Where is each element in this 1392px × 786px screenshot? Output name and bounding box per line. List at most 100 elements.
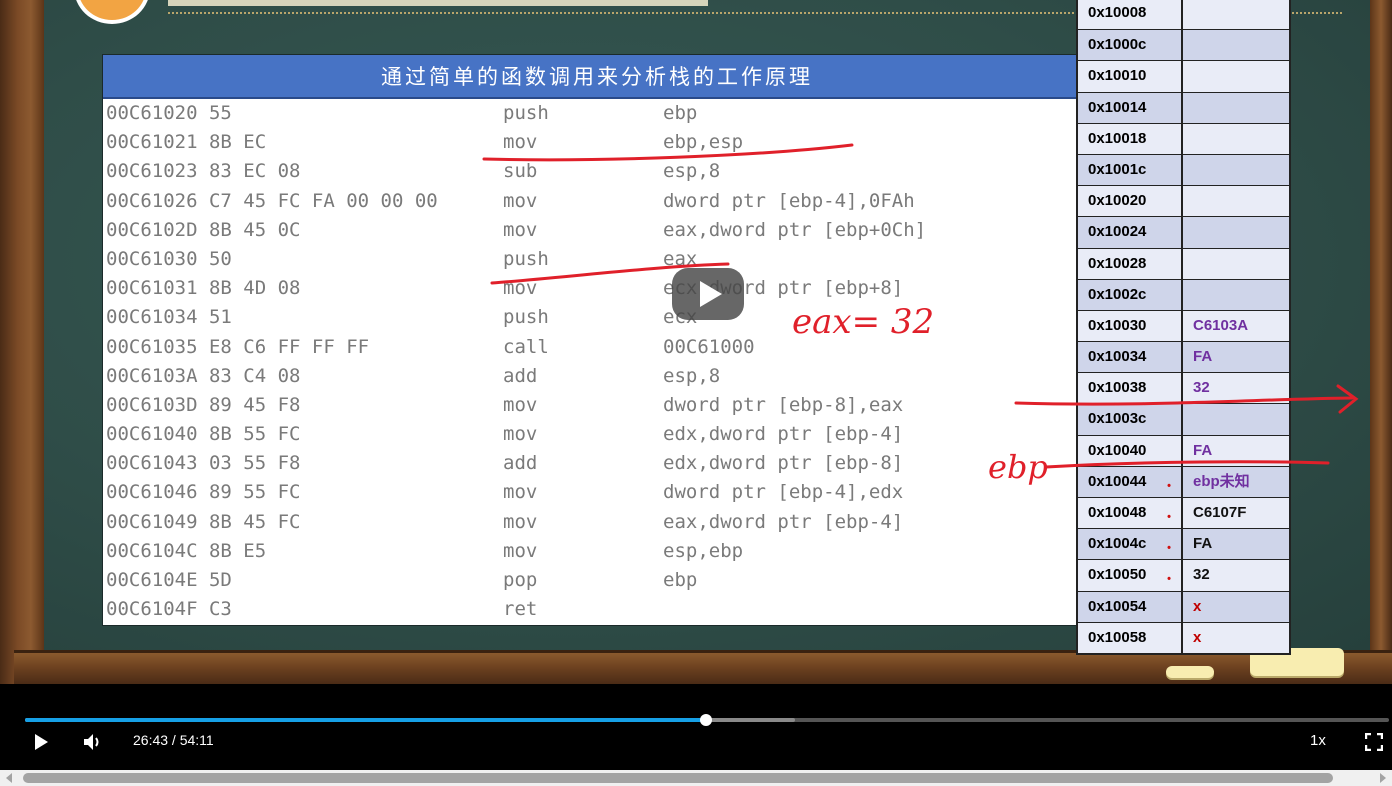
stack-value	[1183, 404, 1289, 434]
stack-value	[1183, 155, 1289, 185]
stack-address: 0x1003c	[1078, 404, 1183, 435]
code-mnemonic: mov	[503, 277, 538, 300]
board-frame-left	[0, 0, 44, 684]
disassembly-table: 通过简单的函数调用来分析栈的工作原理 00C61020 55 push ebp 00C…	[102, 54, 1092, 626]
code-address: 00C61030 50	[106, 247, 232, 270]
stack-address: 0x10050 •	[1078, 560, 1183, 591]
stack-value	[1183, 280, 1289, 310]
stack-value	[1183, 30, 1289, 60]
code-row: 00C61030 50 push eax	[103, 245, 1091, 274]
stack-address: 0x10024	[1078, 217, 1183, 248]
play-icon	[700, 281, 722, 307]
stack-address: 0x10048 •	[1078, 498, 1183, 529]
stack-value: FA	[1193, 535, 1213, 553]
stack-value	[1183, 124, 1289, 154]
stack-address: 0x10014	[1078, 92, 1183, 123]
video-frame[interactable]: 通过简单的函数调用来分析栈的工作原理 00C61020 55 push ebp 00C…	[0, 0, 1392, 684]
scroll-thumb[interactable]	[23, 773, 1333, 783]
code-row: 00C6103A 83 C4 08 add esp,8	[103, 362, 1091, 391]
code-address: 00C6104F C3	[106, 598, 232, 621]
disassembly-title: 通过简单的函数调用来分析栈的工作原理	[103, 55, 1091, 99]
code-row: 00C61020 55 push ebp	[103, 99, 1091, 128]
stack-row: 0x10010	[1078, 60, 1289, 92]
stack-row: 0x10038 32	[1078, 372, 1289, 404]
stack-value: ebp未知	[1193, 472, 1250, 490]
code-row: 00C6103D 89 45 F8 mov dword ptr [ebp-8],ea…	[103, 391, 1091, 420]
code-address: 00C61043 03 55 F8	[106, 452, 301, 475]
stack-address: 0x10044 •	[1078, 466, 1183, 497]
stack-value	[1183, 217, 1289, 247]
disassembly-rows: 00C61020 55 push ebp 00C61021 8B EC mov ebp,e…	[103, 99, 1091, 624]
slide-title-fragment	[168, 0, 708, 6]
volume-icon	[84, 734, 99, 750]
stack-value: 32	[1193, 566, 1210, 584]
stack-value: x	[1193, 628, 1202, 646]
code-row: 00C6102D 8B 45 0C mov eax,dword ptr [ebp+0…	[103, 216, 1091, 245]
stack-address-text: 0x10014	[1088, 98, 1147, 116]
code-row: 00C61043 03 55 F8 add edx,dword ptr [ebp-8…	[103, 449, 1091, 478]
stack-row: 0x1002c	[1078, 278, 1289, 310]
stack-value	[1183, 249, 1289, 279]
code-operands: ebp	[663, 569, 698, 591]
stack-value: FA	[1193, 441, 1213, 459]
fullscreen-icon	[1365, 733, 1383, 751]
stack-address: 0x10010	[1078, 61, 1183, 92]
code-operands: edx,dword ptr [ebp-8]	[663, 452, 904, 475]
code-operands: dword ptr [ebp-4],edx	[663, 481, 904, 504]
chalk-piece	[1166, 666, 1214, 678]
player-controls: 26:43 / 54:11 1x	[0, 684, 1392, 770]
playback-speed-button[interactable]: 1x	[1310, 732, 1326, 749]
code-address: 00C61031 8B 4D 08	[106, 277, 301, 300]
stack-row: 0x10034 FA	[1078, 341, 1289, 373]
code-mnemonic: call	[503, 335, 549, 358]
code-row: 00C61035 E8 C6 FF FF FF call 00C61000	[103, 333, 1091, 362]
played-bar	[25, 718, 707, 722]
code-address: 00C6102D 8B 45 0C	[106, 218, 301, 241]
progress-knob[interactable]	[700, 714, 713, 726]
stack-row: 0x10024	[1078, 216, 1289, 248]
stack-address-text: 0x10048	[1088, 504, 1147, 521]
stack-address: 0x1001c	[1078, 154, 1183, 186]
code-operands: ebp	[663, 102, 698, 124]
horizontal-scrollbar[interactable]	[0, 770, 1392, 786]
code-row: 00C61023 83 EC 08 sub esp,8	[103, 157, 1091, 186]
play-button[interactable]	[26, 730, 56, 754]
code-row: 00C61046 89 55 FC mov dword ptr [ebp-4],ed…	[103, 478, 1091, 507]
fullscreen-button[interactable]	[1359, 730, 1389, 754]
stack-memory-table: 0x10008 0x1000c 0x10010 0x10014 0x10018 0x100…	[1076, 0, 1291, 655]
center-play-button[interactable]	[672, 268, 744, 320]
code-operands: 00C61000	[663, 335, 755, 358]
code-operands: esp,8	[663, 364, 721, 387]
stack-row: 0x10058 x	[1078, 621, 1289, 653]
stack-address-text: 0x1003c	[1088, 410, 1147, 428]
stack-address: 0x1000c	[1078, 30, 1183, 61]
stack-row: 0x10028	[1078, 247, 1289, 279]
volume-button[interactable]	[78, 730, 108, 754]
code-operands: ebp,esp	[663, 131, 744, 154]
stack-address-text: 0x10058	[1088, 628, 1147, 646]
stack-address-text: 0x1000c	[1088, 36, 1147, 54]
stack-address-text: 0x10044	[1088, 472, 1147, 490]
ebp-annotation: ebp	[988, 448, 1048, 486]
stack-address: 0x10054	[1078, 591, 1183, 622]
stack-row: 0x10030 C6103A	[1078, 309, 1289, 342]
code-address: 00C61046 89 55 FC	[106, 481, 301, 504]
code-address: 00C61026 C7 45 FC FA 00 00 00	[106, 189, 438, 212]
progress-bar[interactable]	[25, 714, 1389, 726]
stack-row: 0x1000c	[1078, 29, 1289, 61]
code-row: 00C61049 8B 45 FC mov eax,dword ptr [ebp-4…	[103, 508, 1091, 537]
code-address: 00C61035 E8 C6 FF FF FF	[106, 335, 370, 358]
stack-value: FA	[1193, 348, 1213, 366]
eax-annotation: eax= 32	[792, 302, 935, 342]
code-row: 00C61026 C7 45 FC FA 00 00 00 mov dword pt…	[103, 187, 1091, 216]
stack-address-text: 0x10028	[1088, 254, 1147, 272]
code-row: 00C61034 51pushecx	[103, 303, 1091, 332]
scroll-right-arrow[interactable]	[1380, 773, 1386, 783]
code-mnemonic: push	[503, 306, 549, 329]
scroll-left-arrow[interactable]	[6, 773, 12, 783]
code-address: 00C61020 55	[106, 102, 232, 124]
stack-address: 0x10058	[1078, 622, 1183, 653]
code-address: 00C6104C 8B E5	[106, 539, 267, 562]
time-display: 26:43 / 54:11	[133, 732, 214, 748]
code-mnemonic: mov	[503, 481, 538, 504]
